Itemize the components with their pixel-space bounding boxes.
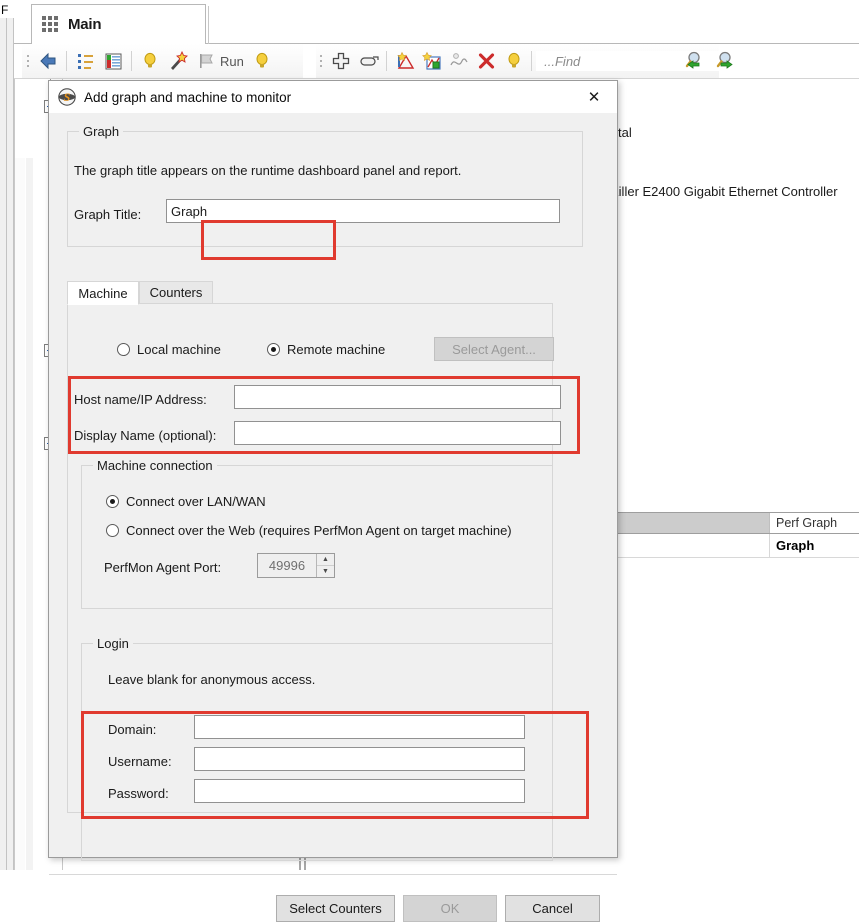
select-counters-button[interactable]: Select Counters xyxy=(276,895,395,922)
toolbar-grip-icon[interactable] xyxy=(318,50,325,72)
radio-local-machine-label: Local machine xyxy=(137,342,221,357)
toolbar-separator xyxy=(386,51,388,71)
domain-input[interactable] xyxy=(194,715,525,739)
grid-header-row: Perf Graph xyxy=(612,512,859,534)
toolbar-separator xyxy=(66,51,67,71)
radio-connect-web-label: Connect over the Web (requires PerfMon A… xyxy=(126,523,512,538)
perfmon-agent-port-label: PerfMon Agent Port: xyxy=(104,560,222,575)
grid-icon xyxy=(42,16,59,33)
radio-indicator xyxy=(106,495,119,508)
login-group-legend: Login xyxy=(93,636,133,651)
graph-groupbox: Graph The graph title appears on the run… xyxy=(67,124,583,247)
cancel-button[interactable]: Cancel xyxy=(505,895,600,922)
lightbulb-icon[interactable] xyxy=(248,47,276,75)
radio-indicator xyxy=(106,524,119,537)
machine-connection-legend: Machine connection xyxy=(93,458,217,473)
domain-label: Domain: xyxy=(108,722,157,737)
document-tab-strip: Main xyxy=(14,2,859,44)
toolbar-grip-icon[interactable] xyxy=(24,50,31,72)
host-name-input[interactable] xyxy=(234,385,561,409)
window-frame-edge-inner xyxy=(7,18,14,870)
tab-main[interactable]: Main xyxy=(31,4,206,44)
footer-separator xyxy=(49,874,617,875)
password-label: Password: xyxy=(108,786,169,801)
radio-local-machine[interactable]: Local machine xyxy=(117,342,221,357)
pane-gutter xyxy=(15,158,25,870)
toolbar-separator xyxy=(531,51,533,71)
radio-remote-machine-label: Remote machine xyxy=(287,342,386,357)
radio-connect-web[interactable]: Connect over the Web (requires PerfMon A… xyxy=(106,523,512,538)
menu-item-file[interactable]: F xyxy=(1,3,8,17)
lightbulb-icon[interactable] xyxy=(500,47,527,75)
magic-wand-icon[interactable] xyxy=(164,47,192,75)
background-text-fragment-1: tal xyxy=(618,125,632,140)
machine-connection-groupbox: Machine connection Connect over LAN/WAN … xyxy=(81,458,553,609)
pane-gutter-2 xyxy=(26,158,33,870)
toolbar-group-navigation: Run xyxy=(22,44,303,78)
dialog-titlebar: S Add graph and machine to monitor ✕ xyxy=(49,81,617,113)
login-groupbox: Login Leave blank for anonymous access. … xyxy=(81,636,553,861)
tab-main-label: Main xyxy=(68,16,102,33)
display-name-input[interactable] xyxy=(234,421,561,445)
username-label: Username: xyxy=(108,754,172,769)
tab-counters[interactable]: Counters xyxy=(139,281,213,304)
ok-button[interactable]: OK xyxy=(403,895,497,922)
back-arrow-icon[interactable] xyxy=(34,47,62,75)
plus-add-icon[interactable] xyxy=(328,47,355,75)
find-placeholder-text: ...Find xyxy=(544,53,581,69)
perfmon-agent-port-stepper[interactable]: 49996 ▲ ▼ xyxy=(257,553,335,578)
graph-group-legend: Graph xyxy=(79,124,124,139)
radio-connect-lan-wan[interactable]: Connect over LAN/WAN xyxy=(106,494,266,509)
radio-remote-machine[interactable]: Remote machine xyxy=(267,342,385,357)
svg-text:S: S xyxy=(64,90,71,104)
graph-title-label: Graph Title: xyxy=(74,207,142,222)
curve-icon[interactable] xyxy=(446,47,473,75)
toolbar-separator xyxy=(131,51,132,71)
username-input[interactable] xyxy=(194,747,525,771)
toolbar: Run ...Find xyxy=(14,44,859,79)
table-grid-icon[interactable] xyxy=(99,47,127,75)
dialog-body: Graph The graph title appears on the run… xyxy=(49,113,617,922)
login-note: Leave blank for anonymous access. xyxy=(108,672,316,687)
add-counter-icon[interactable] xyxy=(418,47,445,75)
find-previous-icon[interactable] xyxy=(680,47,708,75)
radio-indicator xyxy=(267,343,280,356)
add-graph-machine-dialog: S Add graph and machine to monitor ✕ Gra… xyxy=(48,80,618,922)
radio-indicator xyxy=(117,343,130,356)
graph-title-input[interactable]: Graph xyxy=(166,199,560,223)
perf-graph-grid: Perf Graph Graph xyxy=(612,512,859,564)
toolbar-group-find-nav xyxy=(674,44,754,78)
add-graph-icon[interactable] xyxy=(391,47,418,75)
grid-header-perf-graph[interactable]: Perf Graph xyxy=(769,513,859,533)
window-frame-edge-outer xyxy=(0,18,7,870)
lightbulb-icon[interactable] xyxy=(136,47,164,75)
stepper-down-icon[interactable]: ▼ xyxy=(317,566,334,577)
stepper-up-icon[interactable]: ▲ xyxy=(317,554,334,566)
tab-machine[interactable]: Machine xyxy=(67,281,139,305)
close-icon[interactable]: ✕ xyxy=(571,81,617,113)
background-text-fragment-2: Killer E2400 Gigabit Ethernet Controller xyxy=(610,184,838,199)
radio-connect-lan-wan-label: Connect over LAN/WAN xyxy=(126,494,266,509)
table-row[interactable]: Graph xyxy=(612,534,859,558)
dialog-title: Add graph and machine to monitor xyxy=(84,89,292,105)
find-next-icon[interactable] xyxy=(712,47,740,75)
host-name-label: Host name/IP Address: xyxy=(74,392,207,407)
graph-description: The graph title appears on the runtime d… xyxy=(74,163,462,178)
select-agent-button[interactable]: Select Agent... xyxy=(434,337,554,361)
rename-icon[interactable] xyxy=(355,47,382,75)
tree-list-icon[interactable] xyxy=(71,47,99,75)
display-name-label: Display Name (optional): xyxy=(74,428,217,443)
grid-cell-graph-name: Graph xyxy=(769,534,859,557)
password-input[interactable] xyxy=(194,779,525,803)
stepper-buttons[interactable]: ▲ ▼ xyxy=(316,554,334,577)
delete-x-icon[interactable] xyxy=(473,47,500,75)
run-button-label[interactable]: Run xyxy=(220,54,248,69)
perfmon-agent-port-value: 49996 xyxy=(268,558,306,573)
flag-run-icon[interactable] xyxy=(192,47,220,75)
toolbar-group-graph: ...Find xyxy=(316,44,720,78)
tab-strip-divider xyxy=(208,6,209,44)
app-s-icon: S xyxy=(58,88,76,106)
